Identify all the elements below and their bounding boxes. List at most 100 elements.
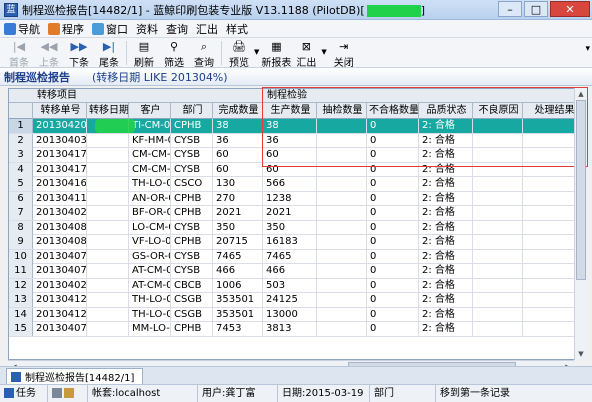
- row-number-cell[interactable]: 8: [9, 220, 33, 235]
- customer-cell[interactable]: TH-LO-0: [129, 293, 171, 307]
- table-row[interactable]: 15201304070 MM-LO-0CPHB74533813 02: 合格: [9, 322, 583, 337]
- col-header-production-qty[interactable]: 生产数量: [263, 103, 317, 119]
- sample-qty-cell[interactable]: [317, 148, 367, 162]
- production-qty-cell[interactable]: 36: [263, 133, 317, 148]
- completed-qty-cell[interactable]: 20715: [213, 235, 263, 249]
- sample-qty-cell[interactable]: [317, 119, 367, 133]
- production-qty-cell[interactable]: 2021: [263, 206, 317, 220]
- table-row[interactable]: 2201304030KF-HM-0CYSB363602: 合格: [9, 133, 583, 148]
- row-number-cell[interactable]: 2: [9, 133, 33, 148]
- table-row[interactable]: 12201304021 AT-CM-0CBCB1006503 02: 合格: [9, 278, 583, 293]
- transfer-no-cell[interactable]: 201304070: [33, 322, 87, 336]
- department-cell[interactable]: CSGB: [171, 293, 213, 307]
- department-cell[interactable]: CPHB: [171, 191, 213, 206]
- menu-program[interactable]: 程序: [48, 21, 84, 37]
- defect-reason-cell[interactable]: [473, 264, 523, 278]
- quality-status-cell[interactable]: 2: 合格: [419, 191, 473, 206]
- defect-reason-cell[interactable]: [473, 322, 523, 336]
- sample-qty-cell[interactable]: [317, 177, 367, 191]
- department-cell[interactable]: CBCB: [171, 278, 213, 293]
- row-number-cell[interactable]: 4: [9, 162, 33, 177]
- row-number-cell[interactable]: 12: [9, 278, 33, 293]
- customer-cell[interactable]: GS-OR-0: [129, 249, 171, 264]
- production-qty-cell[interactable]: 466: [263, 264, 317, 278]
- vertical-scroll-thumb[interactable]: [576, 100, 586, 280]
- department-cell[interactable]: CPHB: [171, 322, 213, 336]
- completed-qty-cell[interactable]: 38: [213, 119, 263, 133]
- production-qty-cell[interactable]: 38: [263, 119, 317, 133]
- production-qty-cell[interactable]: 16183: [263, 235, 317, 249]
- minimize-button[interactable]: –: [498, 1, 522, 17]
- completed-qty-cell[interactable]: 1006: [213, 278, 263, 293]
- refresh-button[interactable]: ▤ 刷新: [131, 38, 157, 69]
- status-tools[interactable]: [48, 384, 88, 402]
- defect-reason-cell[interactable]: [473, 249, 523, 264]
- department-cell[interactable]: CPHB: [171, 119, 213, 133]
- department-cell[interactable]: CPHB: [171, 235, 213, 249]
- transfer-no-cell[interactable]: 201304200: [33, 119, 87, 133]
- col-header-transfer-no[interactable]: 转移单号: [33, 103, 87, 119]
- customer-cell[interactable]: CM-CM-C: [129, 162, 171, 177]
- row-number-cell[interactable]: 3: [9, 148, 33, 162]
- completed-qty-cell[interactable]: 130: [213, 177, 263, 191]
- quality-status-cell[interactable]: 2: 合格: [419, 220, 473, 235]
- table-row[interactable]: 3201304172CM-CM-CCYSB606002: 合格: [9, 148, 583, 163]
- department-cell[interactable]: CYSB: [171, 148, 213, 162]
- defect-qty-cell[interactable]: 0: [367, 119, 419, 133]
- export-dropdown-arrow[interactable]: ▼: [321, 48, 326, 56]
- completed-qty-cell[interactable]: 353501: [213, 307, 263, 322]
- transfer-date-cell[interactable]: [87, 293, 129, 307]
- col-header-transfer-date[interactable]: 转移日期: [87, 103, 129, 119]
- sample-qty-cell[interactable]: [317, 278, 367, 293]
- sample-qty-cell[interactable]: [317, 220, 367, 235]
- export-button[interactable]: ⊠ 汇出: [293, 38, 319, 69]
- quality-status-cell[interactable]: 2: 合格: [419, 133, 473, 148]
- first-record-button[interactable]: |◀ 首条: [6, 38, 32, 69]
- defect-qty-cell[interactable]: 0: [367, 191, 419, 206]
- sample-qty-cell[interactable]: [317, 206, 367, 220]
- quality-status-cell[interactable]: 2: 合格: [419, 293, 473, 307]
- scroll-up-icon[interactable]: ▲: [575, 88, 587, 100]
- production-qty-cell[interactable]: 60: [263, 162, 317, 177]
- defect-qty-cell[interactable]: 0: [367, 206, 419, 220]
- row-number-cell[interactable]: 13: [9, 293, 33, 307]
- department-cell[interactable]: CYSB: [171, 220, 213, 235]
- department-cell[interactable]: CYSB: [171, 264, 213, 278]
- sample-qty-cell[interactable]: [317, 249, 367, 264]
- menu-style[interactable]: 样式: [226, 21, 248, 37]
- last-record-button[interactable]: ▶| 尾条: [96, 38, 122, 69]
- transfer-date-cell[interactable]: [87, 191, 129, 206]
- customer-cell[interactable]: BF-OR-0: [129, 206, 171, 220]
- defect-reason-cell[interactable]: [473, 162, 523, 177]
- transfer-date-cell[interactable]: [87, 307, 129, 322]
- defect-reason-cell[interactable]: [473, 220, 523, 235]
- transfer-date-cell[interactable]: [87, 264, 129, 278]
- quality-status-cell[interactable]: 2: 合格: [419, 162, 473, 177]
- production-qty-cell[interactable]: 24125: [263, 293, 317, 307]
- customer-cell[interactable]: AT-CM-0: [129, 264, 171, 278]
- table-row[interactable]: 5201304160 TH-LO-0CSCO130566 02: 合格: [9, 177, 583, 192]
- transfer-no-cell[interactable]: 201304110: [33, 191, 87, 206]
- transfer-no-cell[interactable]: 201304080: [33, 235, 87, 249]
- customer-cell[interactable]: KF-HM-0: [129, 133, 171, 148]
- completed-qty-cell[interactable]: 36: [213, 133, 263, 148]
- transfer-no-cell[interactable]: 201304070: [33, 264, 87, 278]
- maximize-button[interactable]: □: [524, 1, 548, 17]
- filter-button[interactable]: ⚲ 筛选: [161, 38, 187, 69]
- prev-record-button[interactable]: ◀◀ 上条: [36, 38, 62, 69]
- completed-qty-cell[interactable]: 60: [213, 148, 263, 162]
- preview-dropdown-arrow[interactable]: ▼: [254, 48, 259, 56]
- production-qty-cell[interactable]: 503: [263, 278, 317, 293]
- transfer-date-cell[interactable]: [87, 249, 129, 264]
- transfer-no-cell[interactable]: 201304122: [33, 307, 87, 322]
- table-row[interactable]: 13201304120 TH-LO-0CSGB35350124125 02: 合格: [9, 293, 583, 308]
- customer-cell[interactable]: CM-CM-C: [129, 148, 171, 162]
- completed-qty-cell[interactable]: 60: [213, 162, 263, 177]
- preview-button[interactable]: 🖨 预览: [226, 38, 252, 69]
- sample-qty-cell[interactable]: [317, 235, 367, 249]
- vertical-scrollbar[interactable]: ▲ ▼: [574, 88, 586, 360]
- defect-qty-cell[interactable]: 0: [367, 307, 419, 322]
- defect-qty-cell[interactable]: 0: [367, 278, 419, 293]
- transfer-date-cell[interactable]: [87, 177, 129, 191]
- close-report-button[interactable]: ⇥ 关闭: [331, 38, 357, 69]
